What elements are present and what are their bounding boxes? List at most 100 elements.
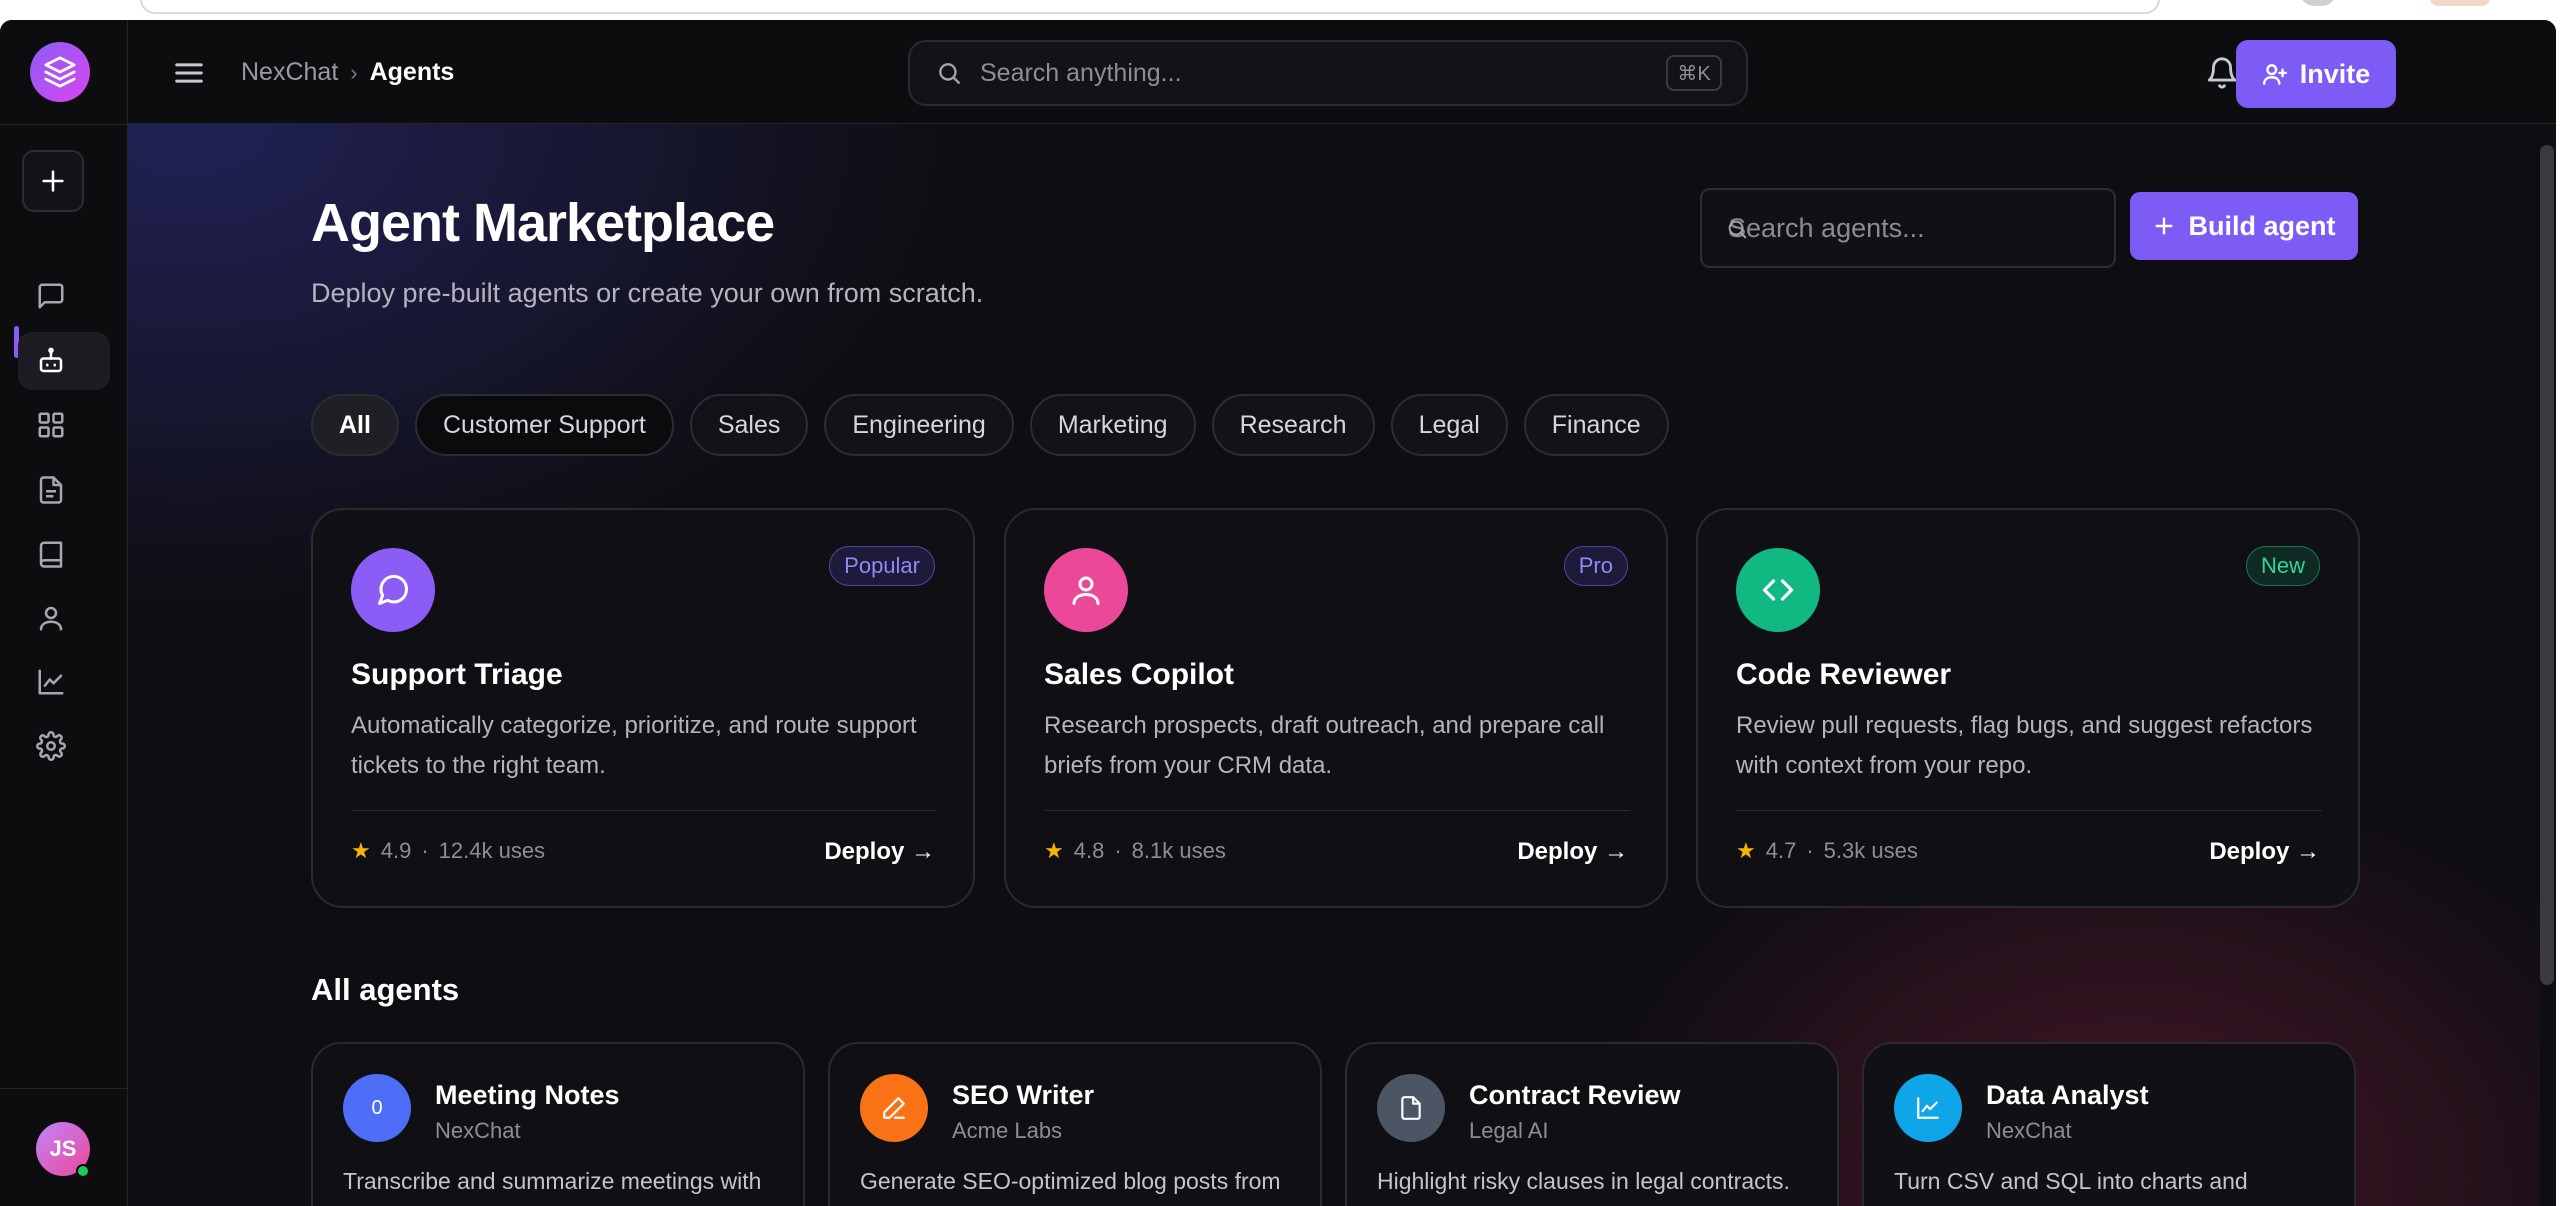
sidebar-divider bbox=[0, 1088, 128, 1089]
bot-icon bbox=[39, 347, 63, 373]
featured-agent-card[interactable]: New Code Reviewer Review pull requests, … bbox=[1696, 508, 2360, 908]
section-title: All agents bbox=[311, 972, 460, 1007]
new-chat-button[interactable] bbox=[22, 150, 84, 212]
filter-chip-sales[interactable]: Sales bbox=[689, 394, 809, 456]
star-icon: ★ bbox=[351, 838, 371, 863]
browser-address-bar[interactable] bbox=[140, 0, 2160, 14]
agent-rating: 4.8 bbox=[1073, 838, 1105, 863]
card-divider bbox=[351, 810, 937, 811]
browser-extension-icon[interactable] bbox=[2430, 0, 2490, 6]
sidebar-item-agents[interactable] bbox=[18, 332, 110, 390]
sidebar-divider bbox=[0, 124, 128, 125]
browser-chrome bbox=[0, 0, 2560, 20]
agent-card[interactable]: SEO Writer Acme Labs Generate SEO-optimi… bbox=[828, 1042, 1322, 1206]
card-divider bbox=[1044, 810, 1630, 811]
agent-stats: ★ 4.9 · 12.4k uses bbox=[351, 838, 545, 864]
filter-chip-marketing[interactable]: Marketing bbox=[1029, 394, 1196, 456]
filter-chip-engineering[interactable]: Engineering bbox=[824, 394, 1014, 456]
filter-chip-customer-support[interactable]: Customer Support bbox=[414, 394, 674, 456]
agent-avatar bbox=[1894, 1074, 1962, 1142]
deploy-button[interactable]: Deploy → bbox=[824, 838, 935, 866]
agent-description: Transcribe and summarize meetings with a… bbox=[343, 1168, 762, 1206]
card-divider bbox=[1736, 810, 2322, 811]
filter-chip-legal[interactable]: Legal bbox=[1390, 394, 1508, 456]
breadcrumb-root-link[interactable]: NexChat bbox=[241, 58, 338, 87]
agent-title: Data Analyst bbox=[1986, 1080, 2149, 1110]
deploy-button[interactable]: Deploy → bbox=[1517, 838, 1628, 866]
agent-publisher: Acme Labs bbox=[952, 1118, 1063, 1143]
filter-chip-research[interactable]: Research bbox=[1211, 394, 1375, 456]
breadcrumb: NexChat › Agents bbox=[241, 58, 454, 87]
menu-toggle-button[interactable] bbox=[172, 58, 206, 88]
category-filters: All Customer Support Sales Engineering M… bbox=[311, 394, 1669, 456]
user-icon bbox=[1072, 576, 1100, 605]
file-text-icon bbox=[39, 476, 63, 504]
agent-title: Code Reviewer bbox=[1736, 658, 1952, 691]
agent-publisher: NexChat bbox=[435, 1118, 521, 1143]
breadcrumb-current: Agents bbox=[369, 58, 455, 86]
trending-chart-icon bbox=[38, 669, 64, 695]
global-search-input[interactable]: Search anything... ⌘K bbox=[908, 40, 1748, 106]
agent-rating: 4.7 bbox=[1765, 838, 1797, 863]
agent-usage: 12.4k uses bbox=[438, 838, 546, 863]
build-agent-button[interactable]: Build agent bbox=[2130, 192, 2358, 260]
agent-description: Automatically categorize, prioritize, an… bbox=[351, 712, 917, 779]
agent-usage: 5.3k uses bbox=[1823, 838, 1918, 863]
agent-title: Support Triage bbox=[351, 658, 563, 691]
featured-agent-card[interactable]: Popular Support Triage Automatically cat… bbox=[311, 508, 975, 908]
pro-badge: Pro bbox=[1563, 546, 1628, 586]
agent-rating: 4.9 bbox=[380, 838, 412, 863]
featured-agent-card[interactable]: Pro Sales Copilot Research prospects, dr… bbox=[1004, 508, 1668, 908]
invite-button[interactable]: Invite bbox=[2236, 40, 2396, 108]
browser-profile-icon[interactable] bbox=[2300, 0, 2336, 6]
app-logo[interactable] bbox=[30, 42, 90, 102]
sidebar-item-documents[interactable] bbox=[18, 461, 110, 519]
page-subtitle: Deploy pre-built agents or create your o… bbox=[311, 278, 984, 308]
separator-dot: · bbox=[421, 838, 429, 863]
code-icon bbox=[1762, 579, 1794, 601]
sidebar-item-chats[interactable] bbox=[18, 267, 110, 325]
hamburger-icon bbox=[175, 63, 203, 83]
page-scrollbar[interactable] bbox=[2540, 145, 2554, 985]
separator-dot: · bbox=[1806, 838, 1814, 863]
invite-label: Invite bbox=[2299, 58, 2371, 89]
sidebar-item-apps[interactable] bbox=[18, 396, 110, 454]
agent-description: Generate SEO-optimized blog posts from k… bbox=[860, 1168, 1281, 1206]
agent-title: Contract Review bbox=[1469, 1080, 1681, 1110]
sidebar-item-library[interactable] bbox=[18, 525, 110, 583]
agent-search-input[interactable]: Search agents... bbox=[1700, 188, 2116, 268]
agent-avatar bbox=[1044, 548, 1128, 632]
shortcut-hint: ⌘K bbox=[1666, 55, 1722, 91]
plus-icon bbox=[2154, 217, 2173, 235]
notifications-button[interactable] bbox=[2205, 56, 2239, 90]
page-title: Agent Marketplace bbox=[311, 193, 775, 253]
agent-search-placeholder: Search agents... bbox=[1728, 212, 1925, 243]
top-bar: NexChat › Agents Search anything... ⌘K I… bbox=[128, 20, 2556, 124]
sidebar-item-users[interactable] bbox=[18, 589, 110, 647]
deploy-button[interactable]: Deploy → bbox=[2209, 838, 2320, 866]
agent-avatar bbox=[860, 1074, 928, 1142]
message-square-icon bbox=[38, 283, 64, 309]
agent-description: Review pull requests, flag bugs, and sug… bbox=[1736, 712, 2313, 779]
agent-publisher: NexChat bbox=[1986, 1118, 2072, 1143]
agent-card[interactable]: Contract Review Legal AI Highlight risky… bbox=[1345, 1042, 1839, 1206]
bell-icon bbox=[2207, 57, 2237, 89]
sidebar-item-analytics[interactable] bbox=[18, 653, 110, 711]
agent-publisher: Legal AI bbox=[1469, 1118, 1549, 1143]
online-status-dot bbox=[76, 1164, 90, 1178]
agent-title: SEO Writer bbox=[952, 1080, 1095, 1110]
agent-card[interactable]: 0 Meeting Notes NexChat Transcribe and s… bbox=[311, 1042, 805, 1206]
grid-icon bbox=[38, 412, 64, 438]
agent-usage: 8.1k uses bbox=[1131, 838, 1226, 863]
chat-bubble-icon bbox=[378, 574, 409, 605]
agent-title: Meeting Notes bbox=[435, 1080, 620, 1110]
search-placeholder: Search anything... bbox=[980, 58, 1182, 87]
filter-chip-finance[interactable]: Finance bbox=[1523, 394, 1669, 456]
sidebar-item-settings[interactable] bbox=[18, 717, 110, 775]
agent-card[interactable]: Data Analyst NexChat Turn CSV and SQL in… bbox=[1862, 1042, 2356, 1206]
filter-chip-all[interactable]: All bbox=[311, 394, 399, 456]
build-agent-label: Build agent bbox=[2188, 210, 2336, 241]
chart-icon bbox=[1917, 1097, 1939, 1119]
pen-icon bbox=[883, 1097, 905, 1119]
agent-description: Research prospects, draft outreach, and … bbox=[1044, 712, 1605, 779]
